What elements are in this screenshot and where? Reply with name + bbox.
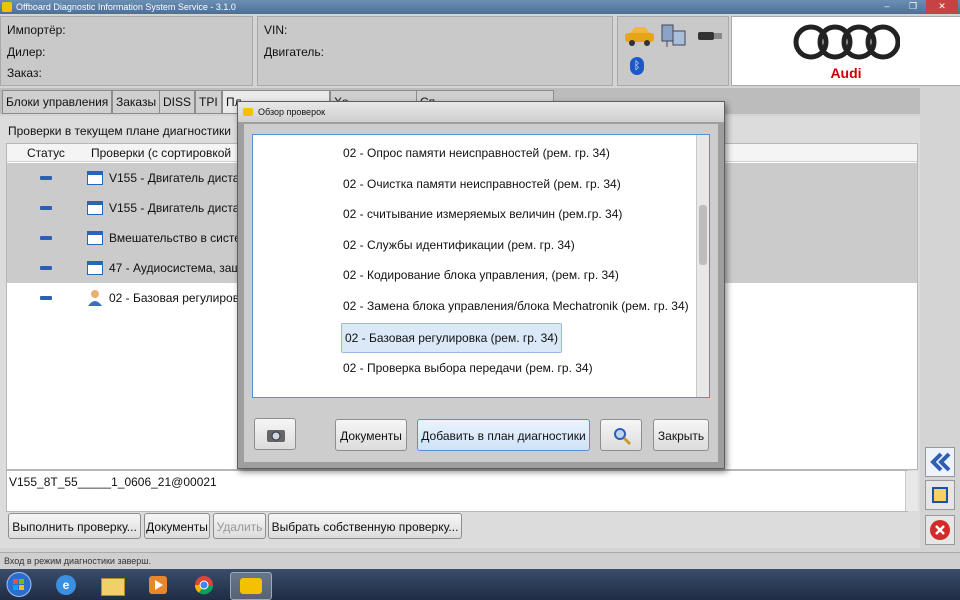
status-indicator (40, 206, 52, 210)
column-checks[interactable]: Проверки (с сортировкой (91, 146, 231, 160)
status-indicator (40, 266, 52, 270)
dialog-titlebar: Обзор проверок (238, 102, 724, 122)
info-line: V155_8T_55_____1_0606_21@00021 (9, 475, 217, 489)
document-icon (87, 201, 103, 215)
taskbar-chrome[interactable] (184, 572, 224, 598)
engine-label: Двигатель: (264, 45, 324, 59)
close-button[interactable]: Закрыть (653, 419, 709, 451)
maximize-button[interactable]: ❐ (900, 0, 926, 13)
start-button[interactable] (4, 571, 34, 598)
status-text: Вход в режим диагностики заверш. (4, 556, 151, 566)
taskbar-ie[interactable]: e (46, 572, 86, 598)
folder-icon (101, 578, 125, 596)
magnifier-icon (614, 428, 632, 446)
taskbar-odis[interactable] (230, 572, 272, 600)
window-button[interactable] (925, 480, 955, 510)
column-status[interactable]: Статус (27, 146, 65, 160)
list-item[interactable]: 02 - Проверка выбора передачи (рем. гр. … (343, 354, 593, 382)
window-title: Offboard Diagnostic Information System S… (16, 2, 236, 12)
list-item[interactable]: 02 - Кодирование блока управления, (рем.… (343, 261, 619, 289)
document-icon (87, 261, 103, 275)
close-circle-icon (930, 520, 950, 540)
window-titlebar: Offboard Diagnostic Information System S… (0, 0, 960, 14)
status-bar: Вход в режим диагностики заверш. (0, 552, 960, 569)
info-scrollbar[interactable] (905, 471, 918, 511)
list-item[interactable]: 02 - Службы идентификации (рем. гр. 34) (343, 231, 575, 259)
row-label: V155 - Двигатель диста (109, 201, 240, 215)
app-icon (2, 2, 12, 12)
camera-icon (267, 430, 285, 442)
odis-icon (240, 578, 262, 594)
tab-control-units[interactable]: Блоки управления (2, 90, 113, 114)
choose-own-check-button[interactable]: Выбрать собственную проверку... (268, 513, 462, 539)
ie-icon: e (56, 575, 76, 595)
list-scrollbar[interactable] (696, 135, 709, 397)
chrome-icon (194, 576, 214, 595)
dialog-app-icon (243, 108, 253, 116)
usb-key-icon (698, 32, 722, 40)
info-panel: V155_8T_55_____1_0606_21@00021 (6, 470, 918, 512)
dealer-label: Дилер: (7, 45, 46, 59)
dialog-title: Обзор проверок (258, 107, 326, 117)
tab-diss[interactable]: DISS (159, 90, 196, 114)
list-item[interactable]: 02 - Замена блока управления/блока Mecha… (343, 292, 689, 320)
back-button[interactable] (925, 447, 955, 477)
checks-list: 02 - Опрос памяти неисправностей (рем. г… (252, 134, 710, 398)
tab-tpi[interactable]: TPI (195, 90, 222, 114)
status-indicator (40, 236, 52, 240)
taskbar-media-player[interactable] (138, 572, 178, 598)
list-item[interactable]: 02 - Опрос памяти неисправностей (рем. г… (343, 139, 610, 167)
taskbar-explorer[interactable] (92, 572, 132, 598)
network-icon (661, 24, 686, 47)
customer-panel: Импортёр: Дилер: Заказ: (0, 16, 253, 86)
dialog-documents-button[interactable]: Документы (335, 419, 407, 451)
row-label: 47 - Аудиосистема, защ (109, 261, 242, 275)
connection-panel: ᛒ (617, 16, 729, 86)
run-check-button[interactable]: Выполнить проверку... (8, 513, 141, 539)
bluetooth-icon: ᛒ (630, 57, 644, 75)
list-item[interactable]: 02 - считывание измеряемых величин (рем.… (343, 200, 622, 228)
car-icon (625, 27, 654, 46)
tab-orders[interactable]: Заказы (112, 90, 161, 114)
document-icon (87, 231, 103, 245)
media-player-icon (149, 576, 167, 594)
scrollbar-thumb[interactable] (699, 205, 707, 265)
vehicle-panel: VIN: Двигатель: (257, 16, 613, 86)
row-label: 02 - Базовая регулиров (109, 291, 240, 305)
minimize-button[interactable]: – (874, 0, 900, 13)
vin-label: VIN: (264, 23, 288, 37)
screenshot-button[interactable] (254, 418, 296, 450)
status-indicator (40, 176, 52, 180)
checks-overview-dialog: Обзор проверок 02 - Опрос памяти неиспра… (237, 101, 725, 469)
list-item-selected[interactable]: 02 - Базовая регулировка (рем. гр. 34) (341, 323, 562, 353)
brand-panel: Audi (731, 16, 960, 86)
double-chevron-left-icon (930, 452, 951, 472)
documents-button[interactable]: Документы (144, 513, 210, 539)
order-label: Заказ: (7, 66, 42, 80)
list-item[interactable]: 02 - Очистка памяти неисправностей (рем.… (343, 170, 621, 198)
importer-label: Импортёр: (7, 23, 66, 37)
status-indicator (40, 296, 52, 300)
brand-name: Audi (830, 65, 862, 81)
dialog-body: 02 - Опрос памяти неисправностей (рем. г… (244, 124, 718, 462)
delete-button[interactable]: Удалить (213, 513, 266, 539)
add-to-plan-button[interactable]: Добавить в план диагностики (417, 419, 590, 451)
user-icon (88, 290, 102, 306)
plan-title: Проверки в текущем плане диагностики (8, 124, 231, 138)
taskbar: e (0, 569, 960, 600)
search-button[interactable] (600, 419, 642, 451)
document-icon (87, 171, 103, 185)
exit-button[interactable] (925, 515, 955, 545)
frame-icon (932, 487, 948, 503)
row-label: Вмешательство в систе (109, 231, 241, 245)
close-window-button[interactable]: ✕ (926, 0, 958, 13)
audi-rings-logo (793, 24, 900, 60)
row-label: V155 - Двигатель диста (109, 171, 240, 185)
